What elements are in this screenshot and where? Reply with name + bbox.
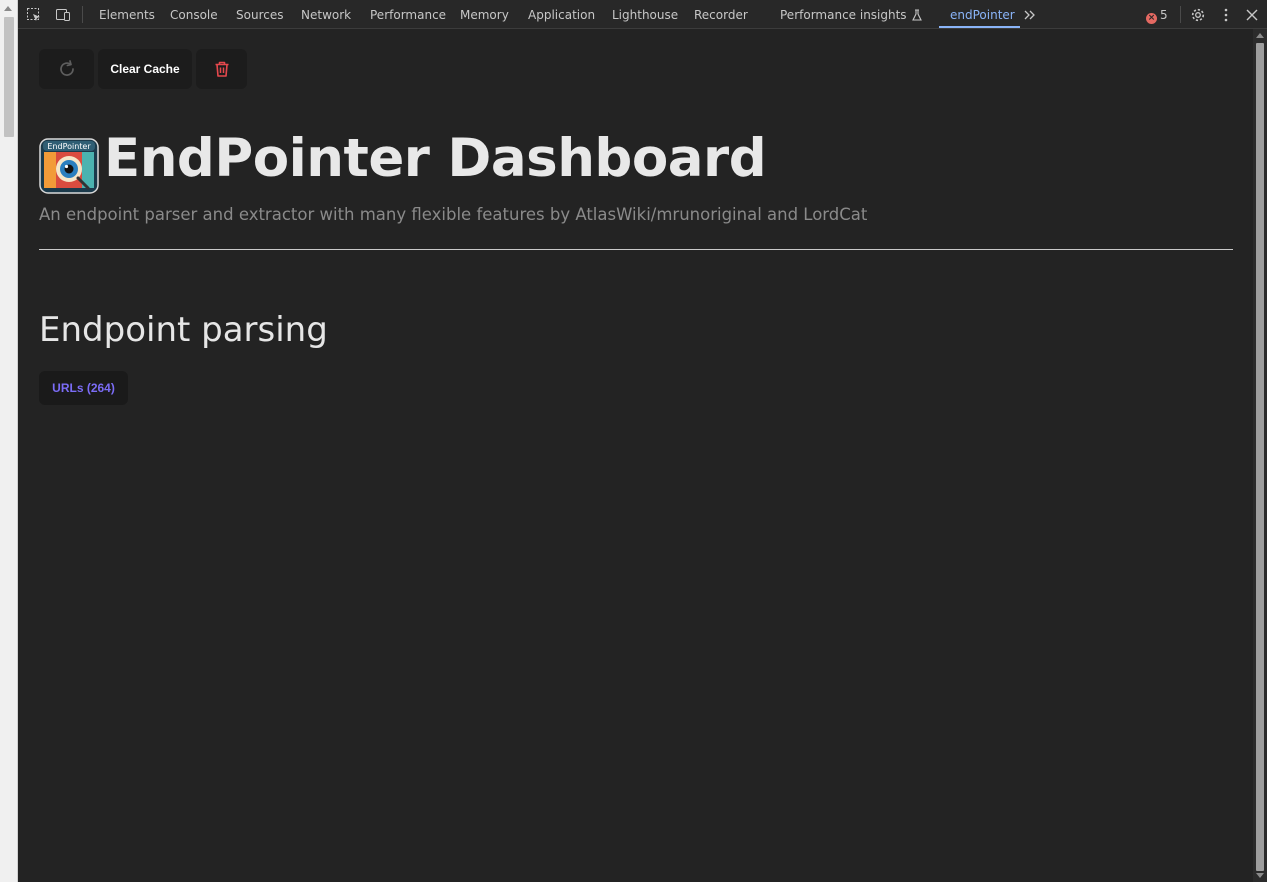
error-count-badge[interactable]: × 5: [1146, 7, 1168, 24]
section-title: Endpoint parsing: [39, 310, 328, 350]
devtools-tab-bar: Elements Console Sources Network Perform…: [18, 0, 1267, 29]
close-devtools-icon[interactable]: [1244, 7, 1260, 23]
scroll-up-arrow-icon[interactable]: [1256, 33, 1264, 38]
more-options-kebab-icon[interactable]: [1218, 7, 1234, 23]
tab-application[interactable]: Application: [528, 0, 595, 28]
toolbar-divider: [82, 6, 83, 23]
tab-memory[interactable]: Memory: [460, 0, 509, 28]
refresh-icon: [59, 60, 74, 76]
page-subtitle: An endpoint parser and extractor with ma…: [39, 205, 868, 224]
error-icon: ×: [1146, 13, 1157, 24]
tab-console[interactable]: Console: [170, 0, 218, 28]
error-count: 5: [1160, 8, 1168, 22]
delete-button[interactable]: [196, 49, 247, 89]
more-tabs-chevron-icon[interactable]: [1022, 7, 1038, 23]
tab-elements[interactable]: Elements: [99, 0, 155, 28]
page-title: EndPointer Dashboard: [104, 128, 767, 189]
clear-cache-button[interactable]: Clear Cache: [98, 49, 192, 89]
logo-text: EndPointer: [47, 142, 91, 151]
panel-scrollbar[interactable]: [1253, 29, 1267, 882]
device-toolbar-icon[interactable]: [55, 7, 71, 23]
active-tab-indicator: [939, 26, 1020, 28]
scrollbar-thumb[interactable]: [1256, 43, 1264, 871]
tab-recorder[interactable]: Recorder: [694, 0, 748, 28]
tab-performance-insights-label: Performance insights: [780, 8, 907, 22]
trash-icon: [215, 61, 228, 77]
scrollbar-thumb[interactable]: [4, 17, 14, 137]
tab-network[interactable]: Network: [301, 0, 351, 28]
refresh-button[interactable]: [39, 49, 94, 89]
tab-lighthouse[interactable]: Lighthouse: [612, 0, 678, 28]
inspect-element-icon[interactable]: [26, 7, 42, 23]
tab-sources[interactable]: Sources: [236, 0, 283, 28]
header-divider: [39, 249, 1233, 250]
page-scrollbar[interactable]: [0, 0, 18, 882]
scroll-down-arrow-icon[interactable]: [1256, 873, 1264, 878]
endpointer-logo: EndPointer: [39, 138, 99, 194]
tab-endpointer[interactable]: endPointer: [950, 0, 1015, 28]
urls-button[interactable]: URLs (264): [39, 371, 128, 405]
flask-icon: [911, 9, 922, 21]
settings-gear-icon[interactable]: [1190, 7, 1206, 23]
toolbar-divider: [1180, 6, 1181, 23]
tab-performance[interactable]: Performance: [370, 0, 446, 28]
scroll-up-arrow-icon[interactable]: [4, 6, 12, 11]
tab-performance-insights[interactable]: Performance insights: [780, 0, 922, 28]
